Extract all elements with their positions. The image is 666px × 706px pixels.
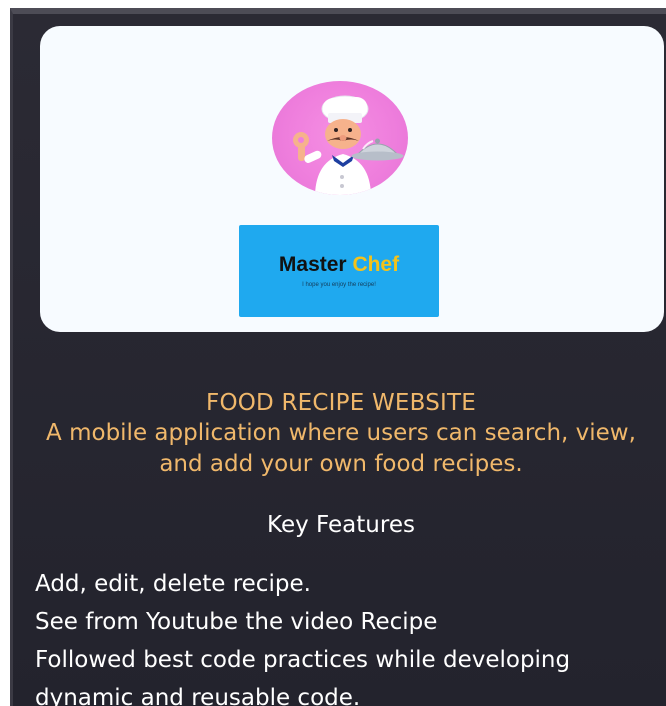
feature-list: Add, edit, delete recipe. See from Youtu… <box>35 565 655 706</box>
chef-illustration <box>293 95 404 195</box>
hero-banner: Master Chef I hope you enjoy the recipe! <box>40 26 664 332</box>
brand-word-chef: Chef <box>352 253 400 276</box>
chef-logo-icon <box>272 81 408 195</box>
feature-item: dynamic and reusable code. <box>35 685 361 706</box>
master-chef-brand-logo: Master Chef I hope you enjoy the recipe! <box>239 225 439 317</box>
brand-title: Master Chef <box>239 253 439 277</box>
brand-tagline: I hope you enjoy the recipe! <box>302 282 376 288</box>
project-card: Master Chef I hope you enjoy the recipe!… <box>10 8 666 706</box>
feature-item: See from Youtube the video Recipe <box>35 609 438 635</box>
brand-word-master: Master <box>278 253 347 276</box>
feature-item: Add, edit, delete recipe. <box>35 571 311 597</box>
project-title: FOOD RECIPE WEBSITE <box>206 390 476 416</box>
feature-item: Followed best code practices while devel… <box>35 647 571 673</box>
key-features-heading: Key Features <box>267 512 415 538</box>
project-description: A mobile application where users can sea… <box>46 420 636 477</box>
